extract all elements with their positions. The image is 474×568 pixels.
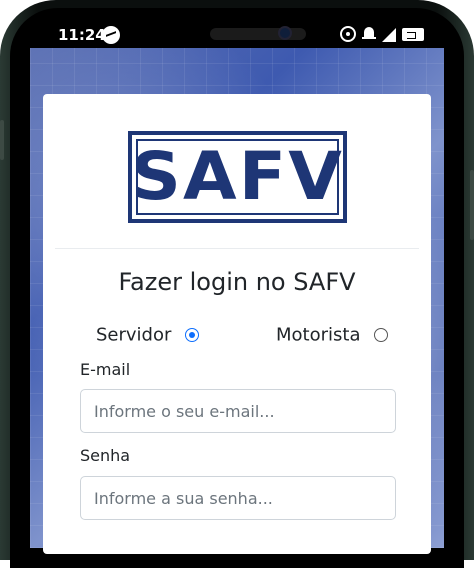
- power-button: [470, 170, 474, 240]
- password-label: Senha: [80, 446, 131, 465]
- card-divider: [55, 248, 419, 249]
- front-camera: [278, 26, 292, 40]
- volume-button: [0, 120, 4, 160]
- hotspot-icon: [340, 26, 356, 42]
- battery-icon: [402, 28, 424, 41]
- safv-logo: SAFV: [128, 131, 347, 223]
- role-option-motorista[interactable]: Motorista: [276, 324, 389, 346]
- signal-icon: [382, 28, 396, 42]
- email-label: E-mail: [80, 360, 131, 379]
- status-time: 11:24: [58, 26, 106, 44]
- page-title: Fazer login no SAFV: [118, 268, 356, 296]
- role-option-servidor[interactable]: Servidor: [96, 324, 200, 346]
- messenger-icon: [102, 26, 120, 44]
- email-field[interactable]: [80, 389, 396, 433]
- login-card: SAFV Fazer login no SAFV Servidor Motori…: [43, 94, 431, 554]
- status-bar: 11:24: [0, 22, 474, 48]
- role-option-label: Motorista: [276, 324, 361, 346]
- logo-text: SAFV: [131, 138, 344, 215]
- password-field[interactable]: [80, 476, 396, 520]
- radio-servidor[interactable]: [185, 328, 200, 342]
- radio-motorista[interactable]: [374, 328, 389, 342]
- notification-bell-icon: [362, 26, 376, 42]
- role-option-label: Servidor: [96, 324, 172, 346]
